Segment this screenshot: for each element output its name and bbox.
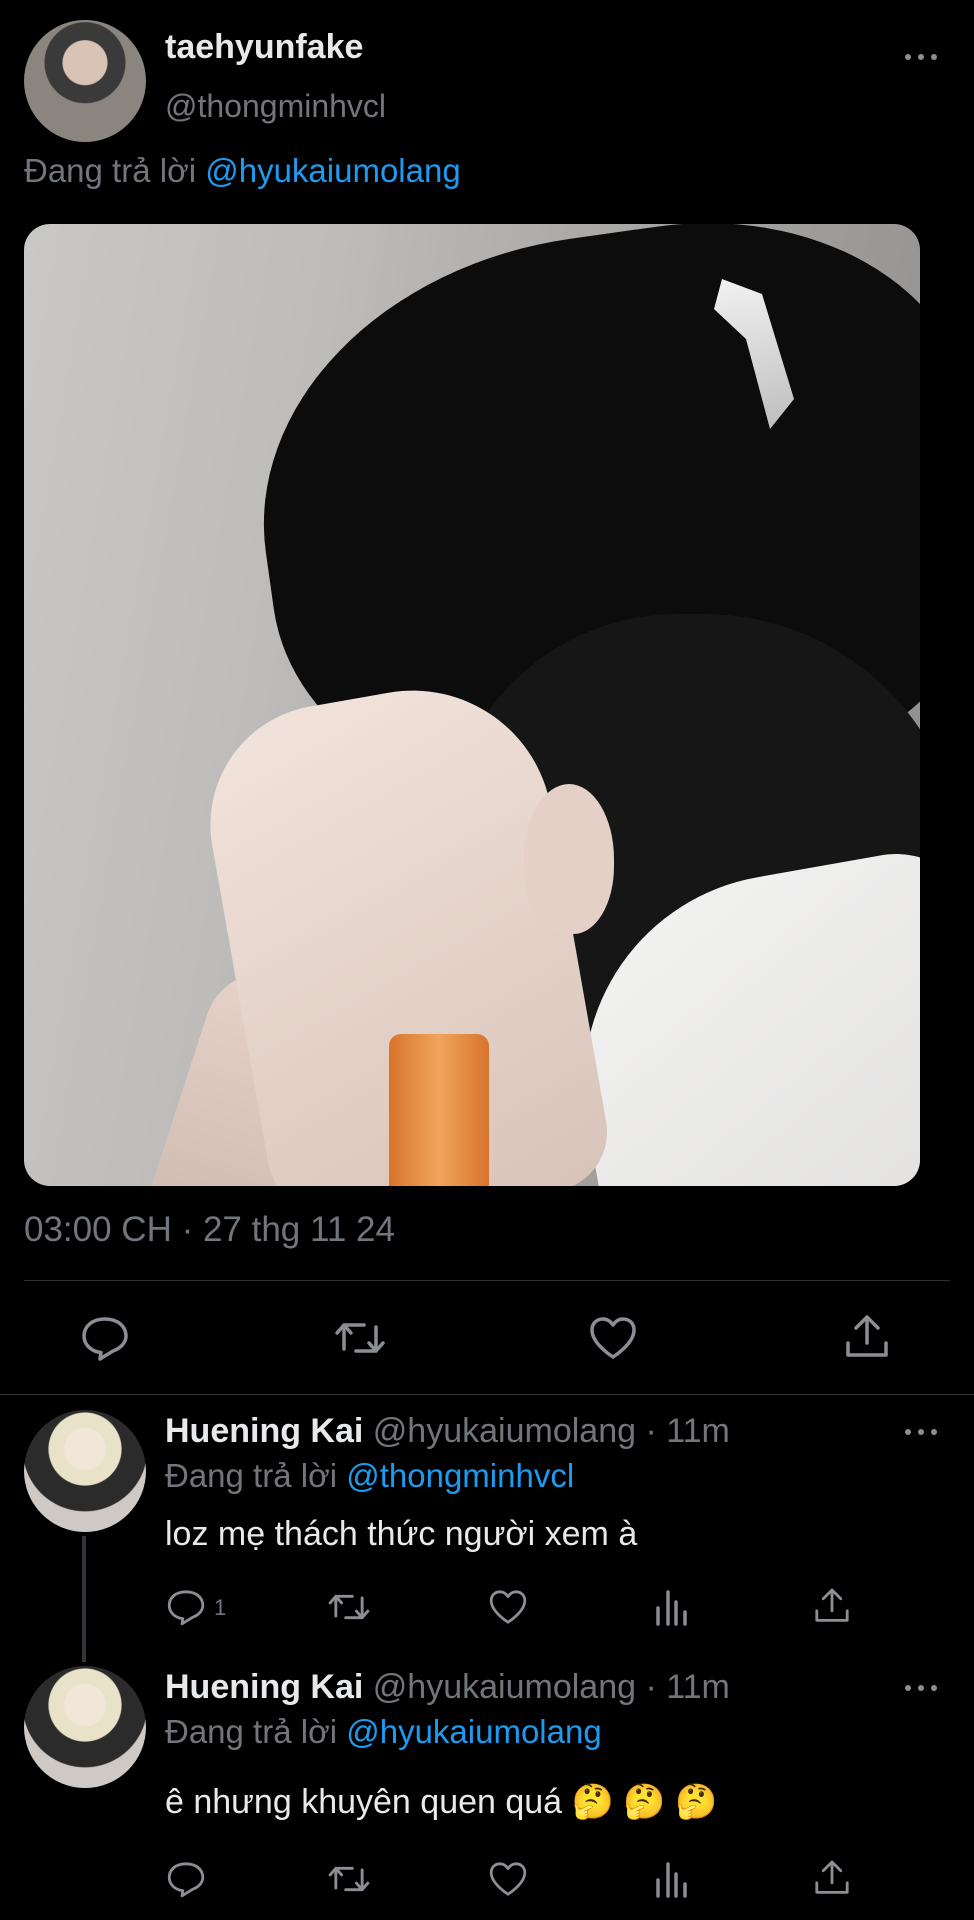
retweet-icon[interactable] bbox=[326, 1860, 372, 1898]
reply-handle[interactable]: @hyukaiumolang bbox=[373, 1668, 636, 1706]
reply-display-name[interactable]: Huening Kai bbox=[165, 1412, 363, 1450]
reply-time[interactable]: · 11m bbox=[645, 1412, 729, 1450]
tweet-timestamp[interactable]: 03:00 CH · 27 thg 11 24 bbox=[24, 1210, 395, 1250]
retweet-icon[interactable] bbox=[326, 1588, 372, 1626]
replying-to-handle[interactable]: @hyukaiumolang bbox=[346, 1713, 601, 1750]
share-icon[interactable] bbox=[812, 1858, 852, 1898]
reply-text: ê nhưng khuyên quen quá bbox=[165, 1783, 563, 1821]
replying-prefix: Đang trả lời bbox=[165, 1713, 338, 1750]
reply-count: 1 bbox=[214, 1595, 227, 1620]
divider-replies bbox=[0, 1394, 974, 1395]
reply-icon[interactable] bbox=[80, 1315, 130, 1361]
author-handle[interactable]: @thongminhvcl bbox=[165, 88, 386, 125]
share-icon[interactable] bbox=[812, 1586, 852, 1626]
like-icon[interactable] bbox=[488, 1588, 528, 1626]
reply-avatar[interactable] bbox=[24, 1666, 146, 1788]
like-icon[interactable] bbox=[488, 1860, 528, 1898]
analytics-icon[interactable] bbox=[654, 1588, 690, 1626]
divider-top bbox=[24, 1280, 950, 1281]
reply-icon[interactable] bbox=[166, 1588, 206, 1626]
analytics-icon[interactable] bbox=[654, 1860, 690, 1898]
reply-display-name[interactable]: Huening Kai bbox=[165, 1668, 363, 1706]
replying-prefix: Đang trả lời bbox=[165, 1457, 338, 1494]
reply-icon[interactable] bbox=[166, 1860, 206, 1898]
reply-text: loz mẹ thách thức người xem à bbox=[165, 1515, 638, 1553]
photo-ear bbox=[524, 784, 614, 934]
author-display-name[interactable]: taehyunfake bbox=[165, 28, 363, 67]
replying-to-handle[interactable]: @thongminhvcl bbox=[346, 1457, 574, 1494]
author-avatar[interactable] bbox=[24, 20, 146, 142]
reply-header: Huening Kai @hyukaiumolang · 11m bbox=[165, 1668, 730, 1707]
share-icon[interactable] bbox=[842, 1313, 892, 1361]
thread-connector-line bbox=[82, 1536, 86, 1662]
reply-handle[interactable]: @hyukaiumolang bbox=[373, 1412, 636, 1450]
like-icon[interactable] bbox=[588, 1315, 638, 1361]
reply-time[interactable]: · 11m bbox=[645, 1668, 729, 1706]
retweet-icon[interactable] bbox=[332, 1315, 388, 1361]
reply-header: Huening Kai @hyukaiumolang · 11m bbox=[165, 1412, 730, 1451]
replying-to-handle[interactable]: @hyukaiumolang bbox=[205, 152, 460, 189]
tweet-photo[interactable] bbox=[24, 224, 920, 1186]
replying-to-line: Đang trả lời @hyukaiumolang bbox=[165, 1713, 602, 1751]
replying-to-line: Đang trả lời @thongminhvcl bbox=[165, 1457, 574, 1495]
thinking-face-emojis: 🤔 🤔 🤔 bbox=[571, 1783, 718, 1821]
more-options-icon[interactable] bbox=[905, 1684, 939, 1692]
more-options-icon[interactable] bbox=[905, 1428, 939, 1436]
more-options-icon[interactable] bbox=[905, 53, 939, 61]
reply-text-line: ê nhưng khuyên quen quá 🤔 🤔 🤔 bbox=[165, 1782, 717, 1822]
reply-avatar[interactable] bbox=[24, 1410, 146, 1532]
replying-prefix: Đang trả lời bbox=[24, 152, 197, 189]
photo-bottle bbox=[389, 1034, 489, 1186]
replying-to-line: Đang trả lời @hyukaiumolang bbox=[24, 152, 461, 190]
